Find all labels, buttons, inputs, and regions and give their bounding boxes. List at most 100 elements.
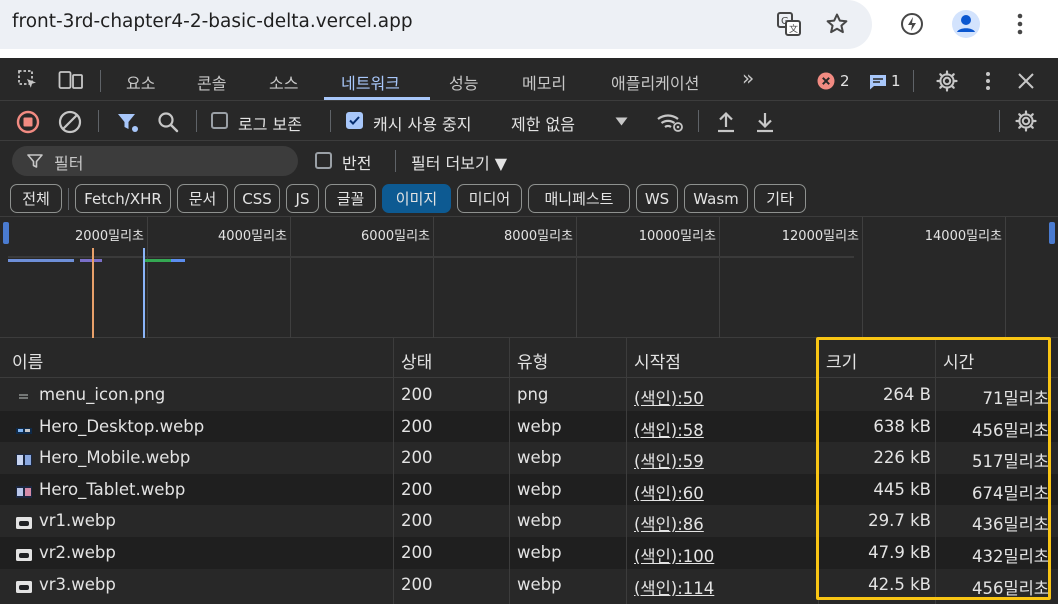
tab-memory[interactable]: 메모리 (522, 70, 566, 94)
tab-elements[interactable]: 요소 (126, 70, 155, 94)
table-row[interactable]: Hero_Desktop.webp 200 webp (색인):58 638 k… (0, 410, 1058, 443)
table-row[interactable]: Hero_Mobile.webp 200 webp (색인):59 226 kB… (0, 442, 1058, 474)
chip-js[interactable]: JS (286, 184, 319, 213)
error-icon[interactable] (817, 72, 835, 90)
row-time: 436밀리초 (971, 515, 1049, 535)
bookmark-star-icon[interactable] (822, 9, 852, 39)
chip-fetch-xhr[interactable]: Fetch/XHR (75, 184, 171, 213)
column-header-size[interactable]: 크기 (826, 348, 857, 373)
timeline-range-handle-left[interactable] (3, 222, 9, 244)
row-status: 200 (401, 479, 433, 499)
column-header-initiator[interactable]: 시작점 (634, 348, 681, 373)
chip-font[interactable]: 글꼴 (325, 184, 376, 213)
chip-all[interactable]: 전체 (10, 184, 62, 213)
message-count[interactable]: 1 (891, 72, 901, 90)
table-row[interactable]: vr3.webp 200 webp (색인):114 42.5 kB 456밀리… (0, 568, 1058, 601)
preserve-log-label[interactable]: 로그 보존 (238, 111, 302, 135)
column-divider[interactable] (626, 338, 627, 604)
row-initiator-link[interactable]: (색인):60 (634, 480, 704, 504)
row-initiator-link[interactable]: (색인):58 (634, 417, 704, 441)
row-time: 456밀리초 (971, 420, 1049, 440)
timeline-gridline (433, 217, 434, 338)
browser-menu-icon[interactable] (1005, 9, 1035, 39)
table-row[interactable]: menu_icon.png 200 png (색인):50 264 B 71밀리… (0, 379, 1058, 411)
chip-other[interactable]: 기타 (754, 184, 806, 213)
load-event-marker (143, 248, 145, 338)
disable-cache-checkbox[interactable] (346, 112, 363, 129)
row-initiator-link[interactable]: (색인):114 (634, 575, 714, 599)
chevron-down-icon[interactable] (614, 116, 628, 126)
table-row[interactable]: Hero_Tablet.webp 200 webp (색인):60 445 kB… (0, 473, 1058, 506)
network-settings-gear-icon[interactable] (1013, 108, 1039, 134)
row-initiator-link[interactable]: (색인):86 (634, 511, 704, 535)
throttling-select[interactable]: 제한 없음 (511, 111, 575, 135)
tab-sources[interactable]: 소스 (269, 70, 298, 94)
more-tabs-chevron-icon[interactable]: » (742, 66, 754, 90)
import-har-upload-icon[interactable] (714, 109, 738, 135)
row-initiator-link[interactable]: (색인):59 (634, 448, 704, 472)
tab-console[interactable]: 콘솔 (197, 70, 226, 94)
row-type: webp (517, 479, 562, 499)
message-icon[interactable] (869, 73, 887, 90)
table-row[interactable]: vr2.webp 200 webp (색인):100 47.9 kB 432밀리… (0, 537, 1058, 569)
filter-placeholder[interactable]: 필터 (54, 150, 83, 174)
table-row[interactable]: vr1.webp 200 webp (색인):86 29.7 kB 436밀리초 (0, 505, 1058, 537)
row-initiator-link[interactable]: (색인):100 (634, 543, 714, 567)
generic-file-icon (17, 388, 31, 400)
translate-icon[interactable]: G文 (774, 9, 804, 39)
filter-funnel-icon[interactable] (114, 109, 140, 135)
timeline-gridline (1005, 217, 1006, 338)
tab-application[interactable]: 애플리케이션 (611, 70, 699, 94)
timeline-track (8, 256, 854, 258)
network-conditions-wifi-icon[interactable] (656, 109, 684, 135)
row-initiator-link[interactable]: (색인):50 (634, 385, 704, 409)
column-divider[interactable] (818, 338, 819, 604)
devtools-settings-gear-icon[interactable] (934, 68, 960, 94)
timeline-range-handle-right[interactable] (1049, 222, 1055, 244)
chip-media[interactable]: 미디어 (457, 184, 522, 213)
chip-wasm[interactable]: Wasm (684, 184, 748, 213)
chip-image[interactable]: 이미지 (382, 184, 451, 213)
invert-label[interactable]: 반전 (342, 150, 371, 174)
device-toolbar-icon[interactable] (58, 68, 84, 92)
timeline-gridline (862, 217, 863, 338)
row-status: 200 (401, 543, 433, 562)
clear-log-icon[interactable] (57, 109, 83, 135)
stop-recording-icon[interactable] (15, 109, 41, 135)
performance-icon[interactable] (897, 9, 927, 39)
column-header-name[interactable]: 이름 (12, 348, 43, 373)
column-divider[interactable] (393, 338, 394, 604)
preserve-log-checkbox[interactable] (211, 112, 228, 129)
request-bar (171, 259, 185, 262)
row-type: webp (517, 574, 562, 594)
url-text[interactable]: front-3rd-chapter4-2-basic-delta.vercel.… (12, 11, 413, 32)
chip-document[interactable]: 문서 (177, 184, 228, 213)
address-bar[interactable]: front-3rd-chapter4-2-basic-delta.vercel.… (0, 0, 872, 49)
profile-avatar-icon[interactable] (951, 9, 981, 39)
more-filters-dropdown[interactable]: 필터 더보기 ▼ (411, 150, 507, 174)
row-status: 200 (401, 385, 433, 404)
disable-cache-label[interactable]: 캐시 사용 중지 (373, 111, 472, 135)
search-icon[interactable] (155, 109, 181, 135)
request-bar (8, 259, 74, 262)
chip-ws[interactable]: WS (636, 184, 678, 213)
column-header-status[interactable]: 상태 (401, 348, 432, 373)
column-header-time[interactable]: 시간 (943, 348, 974, 373)
inspect-element-icon[interactable] (16, 68, 40, 92)
timeline-tick-label: 8000밀리초 (504, 229, 573, 244)
column-header-type[interactable]: 유형 (517, 348, 548, 373)
tab-performance[interactable]: 성능 (449, 70, 478, 94)
close-devtools-icon[interactable] (1014, 69, 1038, 93)
tab-network[interactable]: 네트워크 (341, 70, 400, 94)
row-size: 42.5 kB (868, 574, 931, 594)
chip-css[interactable]: CSS (234, 184, 280, 213)
export-har-download-icon[interactable] (753, 109, 777, 135)
devtools-more-options-icon[interactable] (978, 69, 998, 93)
column-divider[interactable] (935, 338, 936, 604)
row-type: png (517, 385, 549, 404)
invert-checkbox[interactable] (315, 152, 332, 169)
column-divider[interactable] (509, 338, 510, 604)
row-status: 200 (401, 574, 433, 594)
error-count[interactable]: 2 (840, 72, 850, 90)
chip-manifest[interactable]: 매니페스트 (528, 184, 630, 213)
